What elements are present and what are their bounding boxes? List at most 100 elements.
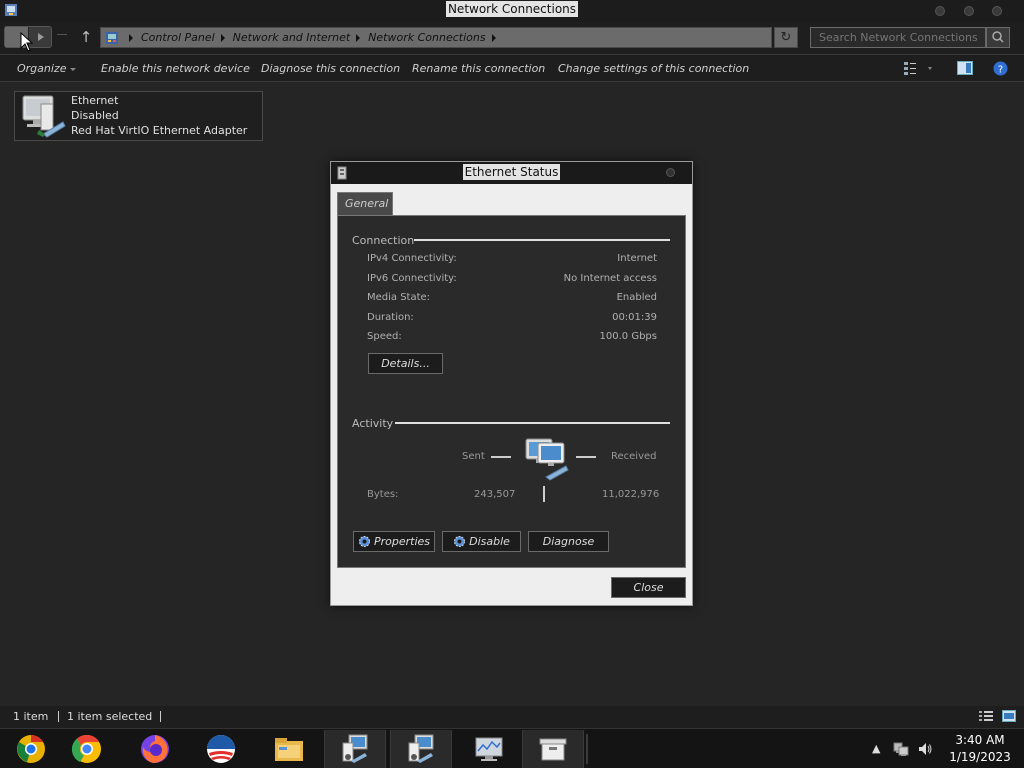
sent-label: Sent <box>462 451 485 462</box>
help-icon[interactable]: ? <box>993 61 1008 76</box>
received-label: Received <box>611 451 657 462</box>
refresh-icon[interactable]: ↻ <box>774 27 798 48</box>
organize-menu[interactable]: Organize <box>17 62 76 75</box>
network-icon <box>342 734 368 763</box>
clock-date: 1/19/2023 <box>949 750 1011 764</box>
network-icon <box>408 734 434 763</box>
status-separator <box>58 711 59 722</box>
general-tab-panel: Connection IPv4 Connectivity: Internet I… <box>337 215 686 568</box>
duration-value: 00:01:39 <box>612 312 657 323</box>
preview-pane-icon[interactable] <box>957 61 973 75</box>
ipv4-label: IPv4 Connectivity: <box>367 253 457 264</box>
dialog-close-button[interactable] <box>666 168 675 177</box>
tab-general[interactable]: General <box>337 192 393 216</box>
search-input[interactable] <box>810 27 986 48</box>
firefox-taskbar-button[interactable] <box>124 730 186 768</box>
connection-group-label: Connection <box>352 234 415 247</box>
dialog-title: Ethernet Status <box>462 164 561 180</box>
activity-divider <box>395 422 670 424</box>
chrome-canary-icon <box>17 735 45 763</box>
dialog-close-button-bottom[interactable]: Close <box>611 577 686 598</box>
monitor-icon <box>475 737 503 761</box>
up-arrow-icon[interactable]: ↑ <box>76 28 96 48</box>
file-explorer-taskbar-button[interactable] <box>258 730 320 768</box>
shield-gear-icon <box>358 536 370 547</box>
item-count: 1 item <box>13 710 49 723</box>
breadcrumb-network-connections[interactable]: Network Connections <box>368 31 485 44</box>
system-monitor-taskbar-button[interactable] <box>458 730 520 768</box>
bytes-received-value: 11,022,976 <box>602 489 660 500</box>
enable-device-button[interactable]: Enable this network device <box>101 62 250 75</box>
chrome-canary-taskbar-button[interactable] <box>0 730 62 768</box>
obama-taskbar-button[interactable] <box>190 730 252 768</box>
large-icons-view-icon[interactable] <box>1002 710 1016 722</box>
close-button[interactable] <box>992 6 1002 16</box>
chrome-icon <box>71 734 101 763</box>
network-adapter-icon <box>22 95 66 138</box>
diagnose-connection-button[interactable]: Diagnose this connection <box>261 62 400 75</box>
rename-connection-button[interactable]: Rename this connection <box>412 62 545 75</box>
item-status: Disabled <box>71 109 119 122</box>
clock-time: 3:40 AM <box>955 733 1005 747</box>
received-connector <box>576 456 596 458</box>
minimize-button[interactable] <box>935 6 945 16</box>
mouse-cursor-icon <box>20 32 34 52</box>
ethernet-connection-item[interactable]: Ethernet Disabled Red Hat VirtIO Etherne… <box>14 91 263 141</box>
file-explorer-icon <box>275 738 303 761</box>
shield-gear-icon <box>454 536 466 547</box>
dialog-title-bar: Ethernet Status <box>331 162 692 184</box>
diagnose-button[interactable]: Diagnose <box>528 531 609 552</box>
network-activity-icon <box>525 438 569 481</box>
bytes-divider <box>543 486 545 502</box>
connection-divider <box>414 239 670 241</box>
ethernet-status-taskbar-button[interactable] <box>390 730 452 768</box>
breadcrumb[interactable]: Control Panel Network and Internet Netwo… <box>100 27 772 48</box>
control-panel-icon <box>106 31 118 44</box>
bytes-sent-value: 243,507 <box>474 489 516 500</box>
sent-connector <box>491 456 511 458</box>
network-tray-icon[interactable] <box>893 741 909 757</box>
ipv6-value: No Internet access <box>563 273 657 284</box>
media-state-value: Enabled <box>616 292 657 303</box>
media-state-label: Media State: <box>367 292 431 303</box>
taskbar-divider <box>586 734 588 764</box>
speed-value: 100.0 Gbps <box>599 331 657 342</box>
breadcrumb-network-and-internet[interactable]: Network and Internet <box>233 31 351 44</box>
ipv6-label: IPv6 Connectivity: <box>367 273 457 284</box>
details-view-icon[interactable] <box>979 710 993 722</box>
item-name: Ethernet <box>71 94 119 107</box>
archive-taskbar-button[interactable] <box>522 730 584 768</box>
change-settings-button[interactable]: Change settings of this connection <box>558 62 749 75</box>
volume-icon[interactable] <box>917 741 933 757</box>
details-button-label: Details... <box>381 357 430 370</box>
maximize-button[interactable] <box>964 6 974 16</box>
close-button-label: Close <box>633 581 664 594</box>
breadcrumb-control-panel[interactable]: Control Panel <box>141 31 215 44</box>
bytes-label: Bytes: <box>367 489 399 500</box>
diagnose-button-label: Diagnose <box>542 535 595 548</box>
clock[interactable]: 3:40 AM 1/19/2023 <box>940 732 1020 766</box>
status-bar: 1 item 1 item selected <box>0 706 1024 728</box>
status-separator <box>160 711 161 722</box>
properties-button[interactable]: Properties <box>353 531 435 552</box>
window-title-bar: Network Connections <box>0 0 1024 22</box>
chrome-taskbar-button[interactable] <box>56 730 118 768</box>
command-bar: Organize Enable this network device Diag… <box>0 54 1024 82</box>
svg-text:?: ? <box>998 65 1003 76</box>
ethernet-status-dialog: Ethernet Status General Connection IPv4 … <box>330 161 693 606</box>
show-hidden-icons-button[interactable]: ▲ <box>872 742 880 755</box>
duration-label: Duration: <box>367 312 414 323</box>
recent-locations-button[interactable] <box>57 34 67 35</box>
view-options-icon[interactable] <box>904 61 932 75</box>
search-icon[interactable] <box>986 27 1010 48</box>
taskbar: ▲ 3:40 AM 1/19/2023 <box>0 728 1024 768</box>
archive-icon <box>539 738 567 761</box>
selected-count: 1 item selected <box>67 710 153 723</box>
window-title: Network Connections <box>445 1 579 17</box>
network-connections-taskbar-button[interactable] <box>324 730 386 768</box>
disable-button[interactable]: Disable <box>442 531 521 552</box>
properties-button-label: Properties <box>373 535 431 548</box>
address-bar: ↑ Control Panel Network and Internet Net… <box>0 22 1024 54</box>
details-button[interactable]: Details... <box>368 353 443 374</box>
obama-logo-icon <box>207 735 235 763</box>
